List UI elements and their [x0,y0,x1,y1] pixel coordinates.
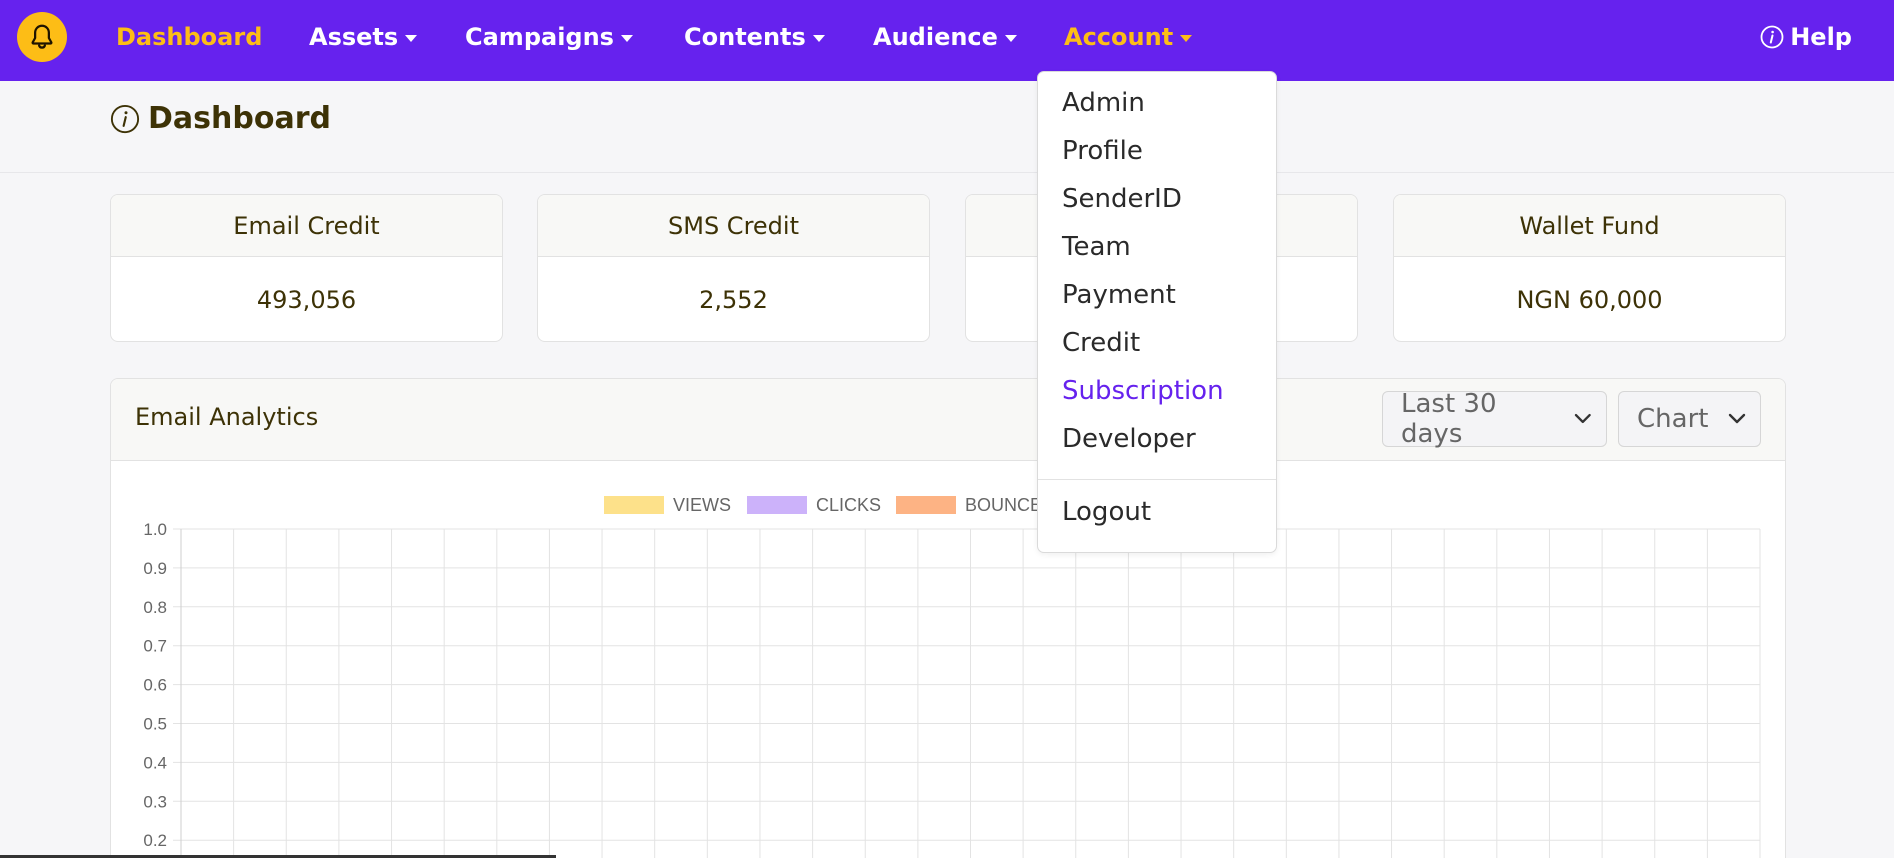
menu-divider [1038,479,1276,480]
menu-item-senderid[interactable]: SenderID [1062,184,1182,214]
email-analytics-panel: Email Analytics Last 30 days Chart VIEWS… [110,378,1786,858]
y-tick-label: 1.0 [143,520,167,539]
legend-swatch [896,496,956,514]
y-tick-label: 0.8 [143,598,167,617]
card-title: Wallet Fund [1394,195,1785,257]
page-title-text: Dashboard [148,101,331,136]
info-circle-icon [1760,25,1784,49]
nav-audience[interactable]: Audience [873,20,1017,54]
caret-down-icon [812,35,825,42]
y-tick-label: 0.5 [143,715,167,734]
period-select[interactable]: Last 30 days [1382,389,1607,449]
menu-item-subscription[interactable]: Subscription [1062,376,1224,406]
y-tick-label: 0.2 [143,831,167,850]
nav-campaigns[interactable]: Campaigns [465,20,633,54]
legend-label: CLICKS [816,495,881,515]
account-dropdown-menu: Admin Profile SenderID Team Payment Cred… [1037,71,1277,553]
view-select[interactable]: Chart [1618,391,1761,447]
nav-contents-label: Contents [684,23,806,51]
help-link[interactable]: Help [1760,20,1852,54]
legend-swatch [604,496,664,514]
menu-item-credit[interactable]: Credit [1062,328,1140,358]
caret-down-icon [620,35,633,42]
legend-swatch [747,496,807,514]
bell-logo[interactable] [17,12,67,62]
y-tick-label: 0.6 [143,676,167,695]
card-title: Email Credit [111,195,502,257]
y-tick-label: 0.4 [143,753,167,772]
legend-label: VIEWS [673,495,731,515]
nav-campaigns-label: Campaigns [465,23,614,51]
panel-title: Email Analytics [135,403,319,431]
nav-assets[interactable]: Assets [309,20,418,54]
nav-assets-label: Assets [309,23,399,51]
y-tick-label: 0.9 [143,559,167,578]
caret-down-icon [1180,35,1193,42]
card-title: SMS Credit [538,195,929,257]
nav-account[interactable]: Account [1064,20,1193,54]
card-value: 2,552 [699,285,768,314]
chevron-down-icon [1575,413,1592,424]
menu-item-profile[interactable]: Profile [1062,136,1143,166]
top-navbar: Dashboard Assets Campaigns Contents Audi… [0,0,1894,81]
nav-dashboard-label: Dashboard [116,23,263,51]
help-label: Help [1790,23,1852,51]
sms-credit-card: SMS Credit 2,552 [537,194,930,342]
caret-down-icon [405,35,418,42]
menu-item-team[interactable]: Team [1062,232,1131,262]
menu-item-developer[interactable]: Developer [1062,424,1196,454]
email-credit-card: Email Credit 493,056 [110,194,503,342]
menu-item-admin[interactable]: Admin [1062,88,1145,118]
card-value: 493,056 [256,285,357,314]
page-title: Dashboard [110,101,331,136]
y-tick-label: 0.7 [143,637,167,656]
nav-audience-label: Audience [873,23,998,51]
panel-header: Email Analytics Last 30 days Chart [111,379,1785,461]
email-analytics-chart: VIEWSCLICKSBOUNCERS1.00.90.80.70.60.50.4… [143,495,1761,858]
nav-contents[interactable]: Contents [684,20,825,54]
period-select-value: Last 30 days [1401,389,1497,449]
card-value: NGN 60,000 [1516,285,1663,314]
bell-icon [31,24,53,49]
nav-dashboard[interactable]: Dashboard [116,20,262,54]
nav-account-label: Account [1064,23,1174,51]
caret-down-icon [1004,35,1017,42]
chevron-down-icon [1728,413,1746,424]
wallet-fund-card: Wallet Fund NGN 60,000 [1393,194,1786,342]
view-select-value: Chart [1637,404,1709,434]
menu-item-logout[interactable]: Logout [1062,497,1151,527]
menu-item-payment[interactable]: Payment [1062,280,1176,310]
page-title-bar: Dashboard [0,81,1894,173]
legend-label: BOUNCE [965,495,1042,515]
y-tick-label: 0.3 [143,792,167,811]
info-circle-icon [110,104,140,133]
